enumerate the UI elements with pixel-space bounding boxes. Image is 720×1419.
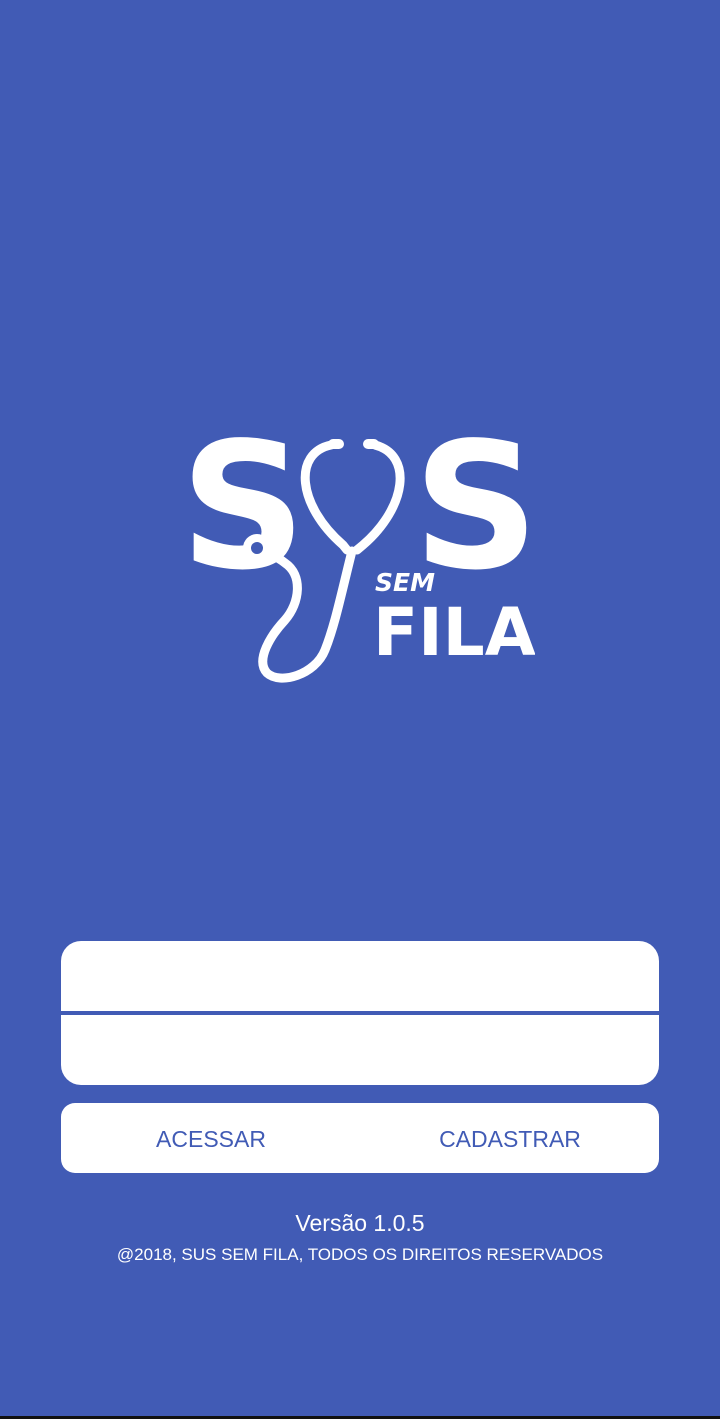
svg-text:S: S [180,415,306,609]
register-button[interactable]: CADASTRAR [361,1103,659,1173]
app-logo: S S SEM FILA [175,415,535,700]
version-label: Versão 1.0.5 [295,1210,425,1236]
svg-text:SEM: SEM [375,568,435,597]
access-button[interactable]: ACESSAR [61,1103,361,1173]
svg-text:FILA: FILA [373,594,535,671]
stethoscope-icon: S S SEM FILA [180,415,535,683]
copyright-label: @2018, SUS SEM FILA, TODOS OS DIREITOS R… [116,1245,604,1264]
password-field[interactable] [61,1015,659,1085]
action-bar: ACESSAR CADASTRAR [61,1103,659,1173]
username-field[interactable] [61,941,659,1011]
login-form [61,941,659,1085]
